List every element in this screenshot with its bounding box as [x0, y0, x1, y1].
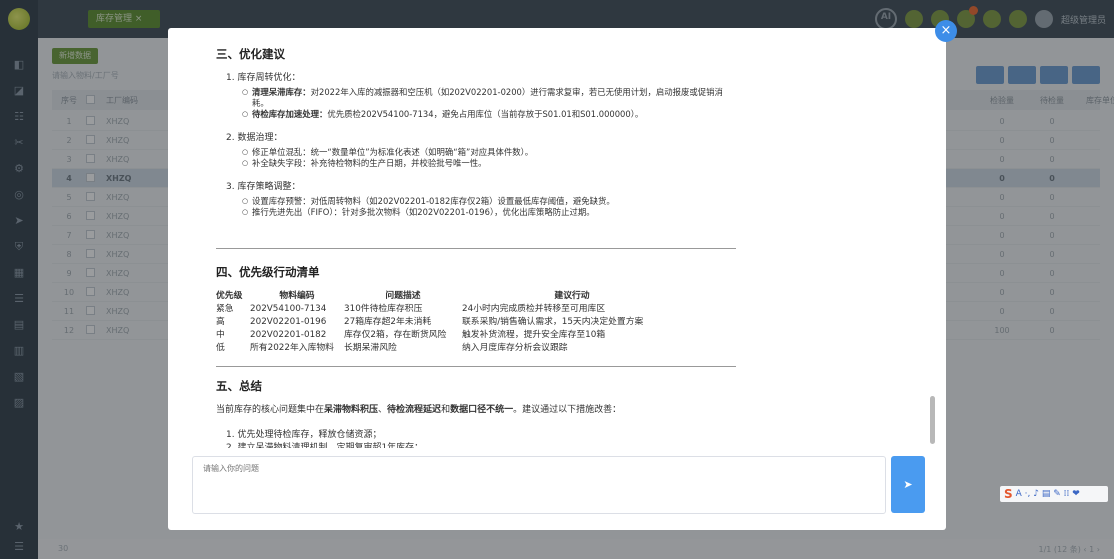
cell-issue: 长期呆滞风险	[344, 343, 397, 353]
th-action: 建议行动	[554, 291, 590, 301]
section-4-title: 四、优先级行动清单	[216, 265, 320, 279]
table-row: 低 所有2022年入库物料 长期呆滞风险 纳入月度库存分析会议跟踪	[216, 342, 682, 355]
cell-priority: 低	[216, 343, 225, 353]
cell-priority: 中	[216, 330, 225, 340]
cell-issue: 27箱库存超2年未消耗	[344, 317, 432, 327]
send-icon[interactable]: ➤	[891, 456, 925, 513]
section-3-3-list: 设置库存预警：对低周转物料（如202V02201-0182库存仅2箱）设置最低库…	[242, 196, 736, 218]
cell-action: 联系采购/销售确认需求，15天内决定处置方案	[462, 317, 644, 327]
section-5-title: 五、总结	[216, 379, 262, 393]
priority-table-body: 紧急 202V54100-7134 310件待检库存积压 24小时内完成质检并转移至可…	[216, 303, 682, 355]
cell-issue: 310件待检库存积压	[344, 304, 423, 314]
summary-item-1: 1. 优先处理待检库存，释放仓储资源；	[226, 430, 382, 440]
cell-action: 纳入月度库存分析会议跟踪	[462, 343, 568, 353]
priority-table: 优先级 物料编码 问题描述 建议行动 紧急 202V54100-7134 310件待…	[216, 290, 682, 355]
section-5: 五、总结 当前库存的核心问题集中在呆滞物料积压、待检流程延迟和数据口径不统一。建…	[206, 378, 736, 448]
divider	[216, 366, 736, 367]
floating-toolbar-icons[interactable]: A ·, ♪ ▤ ✎ ⁞⁞ ❤	[1016, 489, 1080, 499]
cell-action: 触发补货流程，提升安全库存至10箱	[462, 330, 606, 340]
section-4: 四、优先级行动清单	[206, 264, 736, 288]
section-3-1-list: 清理呆滞库存：对2022年入库的减振器和空压机（如202V02201-0200）…	[242, 87, 736, 120]
cell-material: 202V02201-0196	[250, 317, 327, 327]
cell-material: 所有2022年入库物料	[250, 343, 334, 353]
cell-priority: 高	[216, 317, 225, 327]
list-item: 补全缺失字段：补充待检物料的生产日期，并校验批号唯一性。	[242, 158, 736, 169]
summary-item-2: 2. 建立呆滞物料清理机制，定期复审超1年库存；	[226, 443, 424, 448]
list-item: 推行先进先出（FIFO）：针对多批次物料（如202V02201-0196），优化…	[242, 207, 736, 218]
question-input[interactable]	[192, 456, 886, 514]
list-item: 清理呆滞库存：对2022年入库的减振器和空压机（如202V02201-0200）…	[242, 87, 736, 109]
floating-toolbar[interactable]: S A ·, ♪ ▤ ✎ ⁞⁞ ❤	[1000, 486, 1108, 502]
th-issue: 问题描述	[385, 291, 421, 301]
cell-priority: 紧急	[216, 304, 234, 314]
section-3-2-list: 修正单位混乱：统一“数量单位”为标准化表述（如明确“箱”对应具体件数）。 补全缺…	[242, 147, 736, 169]
list-item: 修正单位混乱：统一“数量单位”为标准化表述（如明确“箱”对应具体件数）。	[242, 147, 736, 158]
list-item: 待检库存加速处理：优先质检202V54100-7134，避免占用库位（当前存放于…	[242, 109, 736, 120]
section-3-1-title: 1. 库存周转优化：	[226, 73, 301, 83]
section-3-3-title: 3. 库存策略调整：	[226, 182, 301, 192]
cell-material: 202V02201-0182	[250, 330, 327, 340]
section-3-title: 三、优化建议	[216, 47, 285, 61]
close-icon[interactable]: ×	[935, 20, 957, 42]
section-3: 三、优化建议 1. 库存周转优化： 清理呆滞库存：对2022年入库的减振器和空压…	[206, 46, 736, 218]
cell-issue: 库存仅2箱，存在断货风险	[344, 330, 447, 340]
divider	[216, 248, 736, 249]
th-priority: 优先级	[216, 291, 243, 301]
cell-material: 202V54100-7134	[250, 304, 327, 314]
sogou-logo-icon: S	[1004, 487, 1013, 501]
ai-answer-document: 三、优化建议 1. 库存周转优化： 清理呆滞库存：对2022年入库的减振器和空压…	[206, 40, 736, 448]
table-header: 优先级 物料编码 问题描述 建议行动	[216, 290, 682, 303]
list-item: 设置库存预警：对低周转物料（如202V02201-0182库存仅2箱）设置最低库…	[242, 196, 736, 207]
table-row: 紧急 202V54100-7134 310件待检库存积压 24小时内完成质检并转移至可…	[216, 303, 682, 316]
summary-paragraph: 当前库存的核心问题集中在呆滞物料积压、待检流程延迟和数据口径不统一。建议通过以下…	[216, 405, 622, 415]
th-material: 物料编码	[279, 291, 315, 301]
section-3-2-title: 2. 数据治理：	[226, 133, 283, 143]
table-row: 中 202V02201-0182 库存仅2箱，存在断货风险 触发补货流程，提升安全库存…	[216, 329, 682, 342]
table-row: 高 202V02201-0196 27箱库存超2年未消耗 联系采购/销售确认需求，15…	[216, 316, 682, 329]
cell-action: 24小时内完成质检并转移至可用库区	[462, 304, 606, 314]
document-scrollbar[interactable]	[930, 396, 935, 444]
